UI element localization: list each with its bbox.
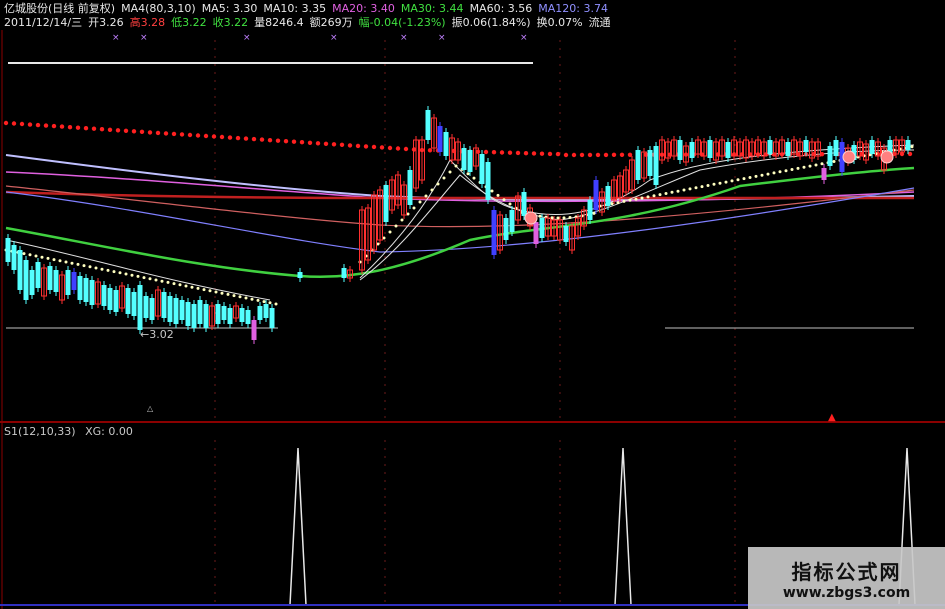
- candle: [131, 288, 137, 320]
- sub-indicator-header: S1(12,10,33) XG: 0.00: [4, 425, 139, 439]
- row2-item-2: 高3.28: [129, 16, 166, 29]
- candle: [29, 266, 35, 299]
- candle: [167, 292, 173, 326]
- candle: [83, 274, 89, 306]
- row2-item-5: 量8246.4: [254, 16, 304, 29]
- row2-item-0: 2011/12/14/三: [4, 16, 83, 29]
- candle: [89, 276, 95, 309]
- row1-item-2: MA5: 3.30: [201, 2, 258, 15]
- row1-item-4: MA20: 3.40: [332, 2, 395, 15]
- candle: [47, 262, 53, 294]
- candle: [179, 296, 185, 324]
- candle: [161, 288, 167, 322]
- watermark-title: 指标公式网: [791, 559, 902, 584]
- marker-2: ×: [243, 33, 251, 43]
- candle: [443, 128, 449, 160]
- candle: [125, 284, 131, 318]
- candle: [425, 106, 431, 144]
- candle: [215, 300, 221, 328]
- up-marker: △: [147, 404, 154, 413]
- marker-3: ×: [330, 33, 338, 43]
- candle: [191, 300, 197, 332]
- candle: [77, 272, 83, 304]
- row1-item-6: MA60: 3.56: [469, 2, 533, 15]
- candle: [203, 300, 209, 332]
- row1-item-7: MA120: 3.74: [538, 2, 608, 15]
- candle: [485, 158, 491, 204]
- marker-4: ×: [400, 33, 408, 43]
- row2-item-7: 幅-0.04(-1.23%): [358, 16, 446, 29]
- marker-5: ×: [438, 33, 446, 43]
- row2-item-10: 流通: [588, 16, 611, 29]
- header-row-quote: 2011/12/14/三 开3.26 高3.28 低3.22 收3.22 量8246.4 额…: [4, 16, 617, 30]
- candle: [197, 296, 203, 328]
- candle: [491, 206, 497, 259]
- candle: [185, 298, 191, 330]
- candle: [113, 286, 119, 316]
- candle: [65, 266, 71, 299]
- stock-chart[interactable]: × × × × × × × △ ▲: [0, 0, 945, 609]
- candle: [11, 241, 17, 274]
- candle: [23, 256, 29, 304]
- candle: [677, 136, 683, 164]
- candle: [35, 258, 41, 292]
- candle: [251, 316, 257, 344]
- watermark-url: www.zbgs3.com: [782, 584, 911, 601]
- row2-item-3: 低3.22: [171, 16, 207, 29]
- row2-item-8: 振0.06(1.84%): [451, 16, 531, 29]
- row1-item-1: MA4(80,3,10): [121, 2, 196, 15]
- indicator-name[interactable]: S1(12,10,33): [4, 425, 76, 438]
- candle: [383, 181, 389, 226]
- candle: [137, 281, 143, 334]
- candle: [593, 176, 599, 214]
- xg-value: XG: 0.00: [85, 425, 133, 438]
- candle: [107, 284, 113, 314]
- watermark: 指标公式网 www.zbgs3.com: [748, 547, 945, 609]
- row1-item-3: MA10: 3.35: [263, 2, 327, 15]
- header-row-ma: 亿城股份(日线 前复权) MA4(80,3,10) MA5: 3.30 MA10: 3…: [4, 2, 614, 16]
- row1-item-5: MA30: 3.44: [400, 2, 464, 15]
- candle: [539, 214, 545, 242]
- candle: [509, 206, 515, 236]
- low-price-label: ←3.02: [140, 328, 174, 341]
- marker-1: ×: [140, 33, 148, 43]
- candle: [467, 146, 473, 176]
- candle: [605, 182, 611, 210]
- candle: [461, 144, 467, 174]
- candle: [143, 292, 149, 322]
- candle: [101, 281, 107, 310]
- candle: [149, 294, 155, 324]
- row2-item-9: 换0.07%: [536, 16, 583, 29]
- candle: [407, 166, 413, 209]
- candle: [269, 304, 275, 332]
- marker-0: ×: [112, 33, 120, 43]
- candle: [587, 196, 593, 224]
- row2-item-1: 开3.26: [88, 16, 124, 29]
- candle: [503, 214, 509, 244]
- candle: [5, 234, 11, 266]
- candle: [653, 142, 659, 189]
- candle: [53, 266, 59, 296]
- row2-item-6: 额269万: [309, 16, 353, 29]
- marker-6: ×: [520, 33, 528, 43]
- candle: [635, 146, 641, 184]
- row1-item-0: 亿城股份(日线 前复权): [4, 2, 116, 15]
- down-marker: ▲: [828, 412, 836, 423]
- candle: [173, 294, 179, 328]
- candle: [437, 122, 443, 156]
- candle: [17, 246, 23, 294]
- candle: [647, 146, 653, 180]
- candle: [827, 142, 833, 170]
- candle: [479, 150, 485, 188]
- row2-item-4: 收3.22: [212, 16, 249, 29]
